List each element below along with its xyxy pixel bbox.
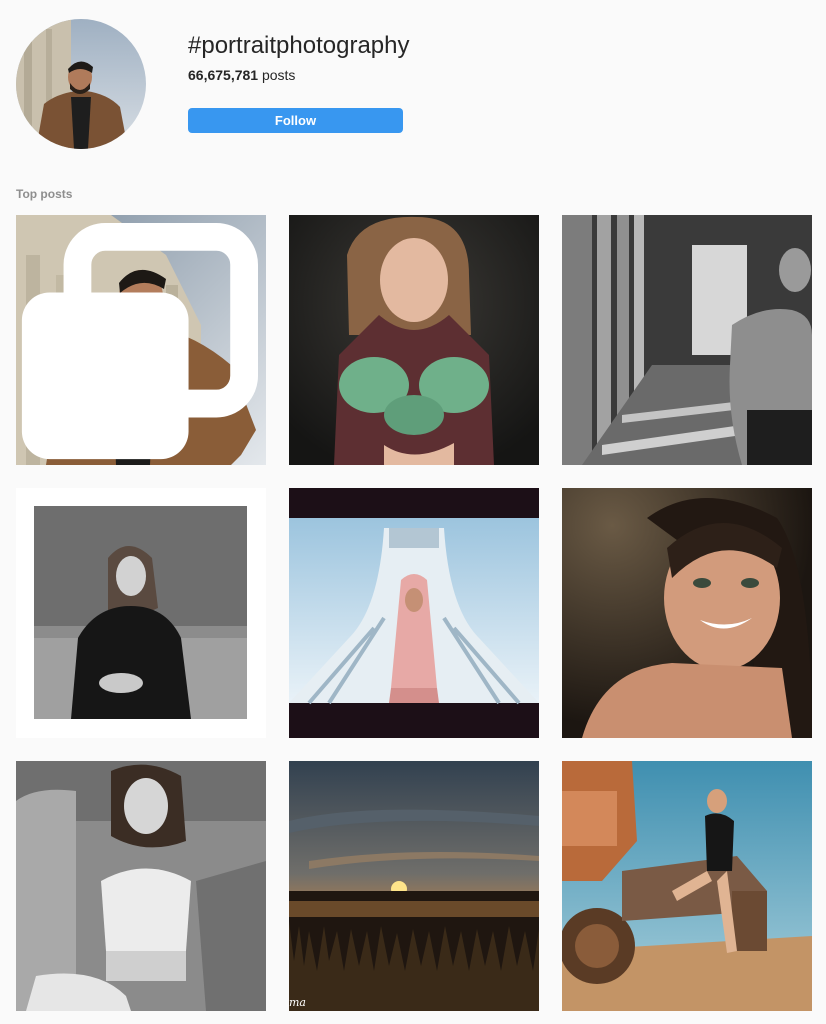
- post-thumbnail[interactable]: [16, 488, 266, 738]
- post-count-number: 66,675,781: [188, 67, 259, 83]
- post-count: 66,675,781 posts: [188, 66, 295, 84]
- post-thumbnail[interactable]: [16, 215, 266, 465]
- post-image: [562, 215, 812, 465]
- post-thumbnail[interactable]: ma: [289, 761, 539, 1011]
- top-posts-heading: Top posts: [16, 187, 73, 201]
- post-thumbnail[interactable]: [16, 761, 266, 1011]
- post-thumbnail[interactable]: [562, 761, 812, 1011]
- post-thumbnail[interactable]: [562, 488, 812, 738]
- post-image: [562, 761, 812, 1011]
- top-posts-grid: ma: [16, 215, 812, 1011]
- multiple-images-icon: [21, 223, 258, 460]
- post-image: [289, 488, 539, 738]
- post-image: [289, 215, 539, 465]
- follow-button[interactable]: Follow: [188, 108, 403, 133]
- post-image: [562, 488, 812, 738]
- post-thumbnail[interactable]: [289, 215, 539, 465]
- post-image: [289, 761, 539, 1011]
- hashtag-avatar[interactable]: [16, 19, 146, 149]
- avatar-image: [16, 19, 146, 149]
- post-thumbnail[interactable]: [562, 215, 812, 465]
- post-thumbnail[interactable]: [289, 488, 539, 738]
- post-image: [16, 761, 266, 1011]
- post-count-label: posts: [258, 67, 296, 83]
- hashtag-title: #portraitphotography: [188, 32, 410, 59]
- photo-watermark: ma: [289, 996, 306, 1009]
- post-image: [16, 488, 266, 738]
